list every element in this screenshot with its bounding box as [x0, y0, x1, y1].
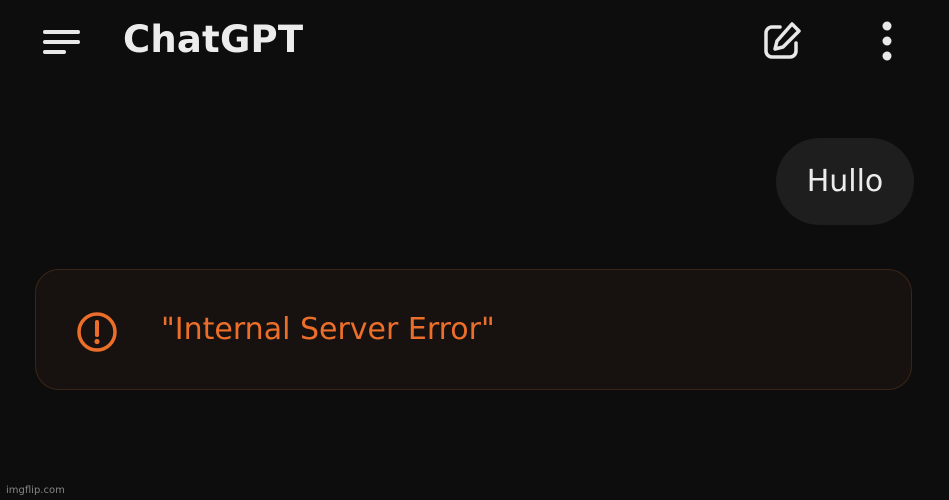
chat-app: ChatGPT Hullo "Internal Server Error" im… — [0, 0, 949, 500]
watermark: imgflip.com — [6, 485, 65, 496]
user-message-bubble: Hullo — [776, 138, 914, 225]
new-chat-button[interactable] — [757, 17, 807, 65]
error-message: "Internal Server Error" — [35, 269, 912, 390]
more-vertical-icon — [882, 21, 892, 61]
edit-square-icon — [764, 22, 801, 59]
top-bar: ChatGPT — [0, 0, 949, 82]
menu-button[interactable] — [36, 22, 86, 62]
app-title: ChatGPT — [123, 18, 304, 61]
user-message-text: Hullo — [806, 164, 884, 199]
menu-lines-icon — [43, 30, 80, 54]
more-options-button[interactable] — [867, 17, 907, 65]
error-text: "Internal Server Error" — [161, 312, 495, 347]
alert-circle-icon — [77, 312, 117, 352]
